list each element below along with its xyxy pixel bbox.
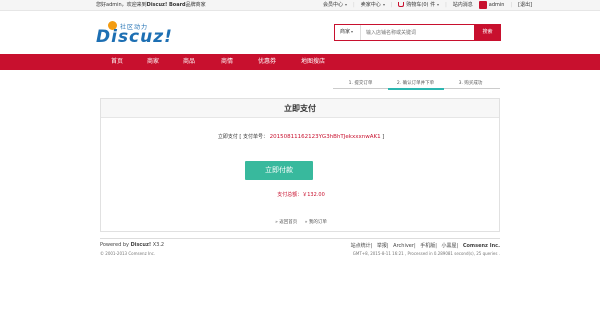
chevron-down-icon [382,3,385,6]
nav-item-market-info[interactable]: 商情 [221,54,233,70]
welcome-brand[interactable]: Discuz! Board [147,2,186,8]
search-category-select[interactable]: 商家 [335,25,361,40]
logo-text: Discuz! [96,27,173,47]
order-number-line: 立即支付 [ 支付单号： 20150811162123YG3hBhTJekxxx… [217,134,385,140]
panel-links: » 返回首页 » 我的订单 [101,219,501,225]
avatar [478,0,487,9]
nav-item-shops[interactable]: 商家 [147,54,159,70]
steps-active-indicator [388,87,444,90]
main-nav: 首页 商家 商品 商情 优惠券 地图搜店 [0,54,600,70]
chevron-down-icon [351,30,354,33]
nav-item-home[interactable]: 首页 [111,54,123,70]
powered-brand-link[interactable]: Discuz! [131,242,152,248]
search-input[interactable] [362,26,472,39]
step-submit-order: 1. 提交订单 [348,81,373,86]
my-orders-link[interactable]: » 我的订单 [305,220,327,225]
checkout-steps: 1. 提交订单 2. 确认订单并下单 3. 购买成功 [333,79,500,90]
payment-panel: 立即支付 立即支付 [ 支付单号： 20150811162123YG3hBhTJ… [100,98,500,232]
footer-link-mobile[interactable]: 手机版 [420,243,435,249]
chevron-down-icon [437,3,440,6]
logout-link[interactable]: [退出] [518,0,532,11]
payment-total: 支付总额：￥132.00 [277,192,325,198]
nav-item-map-search[interactable]: 地图搜店 [301,54,325,70]
footer-link-stats[interactable]: 站点统计 [351,243,371,249]
welcome-text: 您好admin，欢迎来到Discuz! Board品牌商家 [96,2,206,8]
footer-link-report[interactable]: 举报 [377,243,387,249]
site-messages-link[interactable]: 站内消息 [453,0,473,11]
nav-item-products[interactable]: 商品 [183,54,195,70]
powered-by: Powered by Discuz! X3.2 [100,242,165,248]
footer-links: 站点统计| 举报| Archiver| 手机版| 小黑屋| Comsenz In… [350,243,500,249]
site-logo[interactable]: 社区动力 Discuz! [96,19,172,47]
cart-icon [398,2,405,7]
chevron-down-icon [345,3,348,6]
footer: Powered by Discuz! X3.2 © 2001-2013 Coms… [100,238,500,268]
pay-now-button[interactable]: 立即付款 [245,161,313,180]
back-home-link[interactable]: » 返回首页 [275,220,297,225]
nav-item-coupons[interactable]: 优惠券 [258,54,276,70]
top-bar-links: 会员中心 | 卖家中心 | 购物车(0) 件 | 站内消息 admin | [退… [323,0,532,11]
top-bar: 您好admin，欢迎来到Discuz! Board品牌商家 会员中心 | 卖家中… [0,0,600,11]
step-purchase-success: 3. 购买成功 [458,81,483,86]
footer-link-blackroom[interactable]: 小黑屋 [442,243,457,249]
copyright: © 2001-2013 Comsenz Inc. [100,251,156,256]
member-center-link[interactable]: 会员中心 [323,0,348,11]
payment-title: 立即支付 [101,99,499,118]
footer-link-comsenz[interactable]: Comsenz Inc. [463,243,500,249]
footer-gmt: GMT+8, 2015-8-11 16:21 , Processed in 0.… [352,251,500,256]
seller-center-link[interactable]: 卖家中心 [361,0,385,11]
cart-link[interactable]: 购物车(0) 件 [398,0,440,11]
user-menu[interactable]: admin [478,0,504,11]
search-button[interactable]: 搜索 [474,24,501,41]
search-bar: 商家 搜索 [334,24,501,41]
footer-link-archiver[interactable]: Archiver [393,243,414,249]
order-number: 20150811162123YG3hBhTJekxxxnwAK1 [269,134,381,140]
